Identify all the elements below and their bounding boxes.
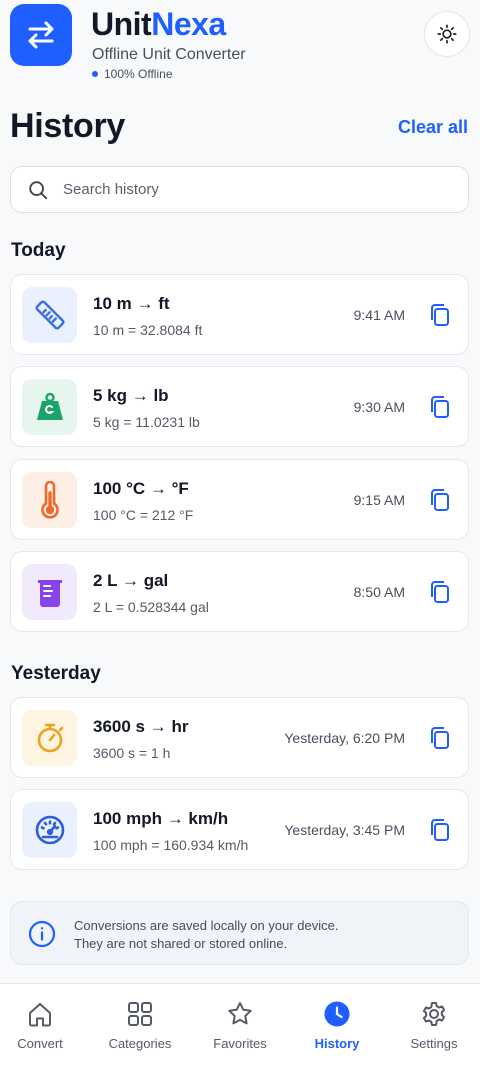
history-item[interactable]: 2 L → gal 2 L = 0.528344 gal 8:50 AM <box>10 551 469 632</box>
history-item-time: 9:41 AM <box>353 307 405 323</box>
offline-status-label: 100% Offline <box>104 67 173 81</box>
history-item-time: 8:50 AM <box>353 584 405 600</box>
offline-status: 100% Offline <box>92 67 173 81</box>
app-header: UnitNexa Offline Unit Converter 100% Off… <box>0 0 480 90</box>
history-item[interactable]: 100 mph → km/h 100 mph = 160.934 km/h Ye… <box>10 789 469 870</box>
info-banner: Conversions are saved locally on your de… <box>10 901 469 965</box>
beaker-icon <box>37 580 62 607</box>
history-item-title: 5 kg → lb <box>93 386 169 405</box>
section-yesterday: Yesterday <box>11 663 101 684</box>
history-item-icon-tile <box>22 710 77 766</box>
nav-item-convert[interactable]: Convert <box>0 984 88 1067</box>
history-item[interactable]: 3600 s → hr 3600 s = 1 h Yesterday, 6:20… <box>10 697 469 778</box>
history-item-time: Yesterday, 3:45 PM <box>284 822 405 838</box>
copy-button[interactable] <box>428 302 452 328</box>
weight-icon <box>36 392 63 420</box>
nav-label: Favorites <box>213 1036 267 1051</box>
copy-button[interactable] <box>428 487 452 513</box>
history-item-time: 9:15 AM <box>353 492 405 508</box>
history-item-title: 100 °C → °F <box>93 479 189 498</box>
info-icon <box>28 920 56 948</box>
history-item-title: 10 m → ft <box>93 294 170 313</box>
history-item-result: 10 m = 32.8084 ft <box>93 322 203 338</box>
home-icon <box>29 1003 51 1027</box>
page-title: History <box>10 107 126 145</box>
search-icon <box>29 180 48 199</box>
copy-button[interactable] <box>428 579 452 605</box>
history-item[interactable]: 5 kg → lb 5 kg = 11.0231 lb 9:30 AM <box>10 366 469 447</box>
copy-button[interactable] <box>428 817 452 843</box>
star-icon <box>228 1002 252 1025</box>
nav-label: History <box>314 1036 360 1051</box>
copy-icon <box>431 727 449 749</box>
copy-button[interactable] <box>428 725 452 751</box>
history-item-title: 100 mph → km/h <box>93 809 229 828</box>
ruler-icon <box>34 300 65 330</box>
copy-icon <box>431 489 449 511</box>
history-item-icon-tile <box>22 472 77 528</box>
history-item-result: 100 °C = 212 °F <box>93 507 194 523</box>
status-dot <box>92 71 98 77</box>
theme-toggle-button[interactable] <box>424 11 470 57</box>
stopwatch-icon <box>37 723 63 753</box>
nav-item-categories[interactable]: Categories <box>92 984 188 1067</box>
section-today: Today <box>11 240 66 261</box>
history-item-result: 100 mph = 160.934 km/h <box>93 837 249 853</box>
thermometer-icon <box>40 481 59 519</box>
history-item-icon-tile <box>22 379 77 435</box>
sun-icon <box>437 24 457 44</box>
app-name: UnitNexa <box>91 6 226 42</box>
history-item-time: 9:30 AM <box>353 399 405 415</box>
nav-item-settings[interactable]: Settings <box>386 984 480 1067</box>
history-item[interactable]: 10 m → ft 10 m = 32.8084 ft 9:41 AM <box>10 274 469 355</box>
history-item-icon-tile <box>22 287 77 343</box>
search-bar[interactable] <box>10 166 469 213</box>
nav-item-favorites[interactable]: Favorites <box>192 984 288 1067</box>
history-item-icon-tile <box>22 564 77 620</box>
gear-icon <box>422 1002 446 1026</box>
clear-all-button[interactable]: Clear all <box>398 117 468 138</box>
nav-item-history[interactable]: History <box>289 984 385 1067</box>
app-logo <box>10 4 72 66</box>
bottom-nav: Convert Categories Favorites History Set… <box>0 983 480 1067</box>
info-text-line-2: They are not shared or stored online. <box>74 936 288 951</box>
history-item-result: 2 L = 0.528344 gal <box>93 599 209 615</box>
grid-icon <box>128 1002 152 1026</box>
history-item-icon-tile <box>22 802 77 858</box>
info-text-line-1: Conversions are saved locally on your de… <box>74 918 339 933</box>
history-item[interactable]: 100 °C → °F 100 °C = 212 °F 9:15 AM <box>10 459 469 540</box>
nav-label: Convert <box>17 1036 63 1051</box>
search-input[interactable] <box>63 181 423 198</box>
copy-icon <box>431 819 449 841</box>
copy-icon <box>431 581 449 603</box>
clock-icon <box>324 1001 350 1027</box>
copy-icon <box>431 304 449 326</box>
copy-button[interactable] <box>428 394 452 420</box>
history-item-result: 5 kg = 11.0231 lb <box>93 414 200 430</box>
history-item-title: 3600 s → hr <box>93 717 189 736</box>
nav-label: Settings <box>410 1036 458 1051</box>
nav-label: Categories <box>108 1036 172 1051</box>
app-subtitle: Offline Unit Converter <box>92 46 246 63</box>
history-item-result: 3600 s = 1 h <box>93 745 171 761</box>
speedometer-icon <box>35 815 64 845</box>
swap-arrows-icon <box>28 21 54 49</box>
copy-icon <box>431 396 449 418</box>
history-item-title: 2 L → gal <box>93 571 169 590</box>
history-item-time: Yesterday, 6:20 PM <box>284 730 405 746</box>
